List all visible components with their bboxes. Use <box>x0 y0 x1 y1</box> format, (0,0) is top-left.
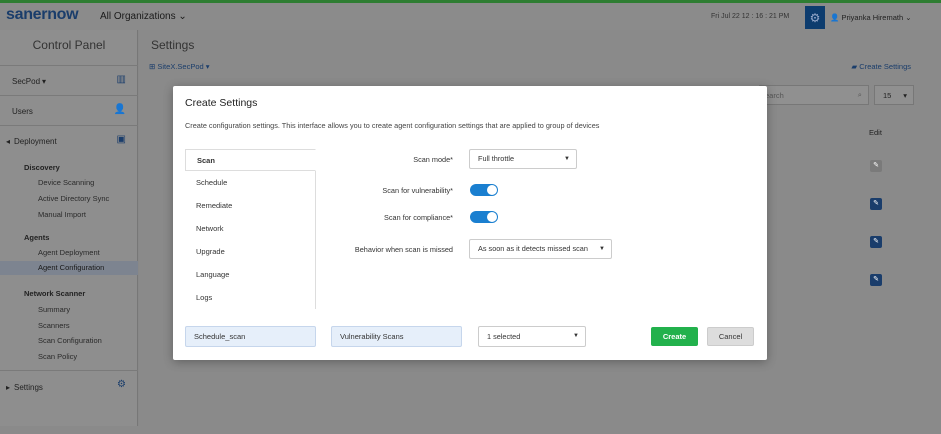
profile-input[interactable]: Vulnerability Scans <box>331 326 462 347</box>
create-settings-link[interactable]: ▰ Create Settings <box>851 62 911 71</box>
sidebar-item-scanners[interactable]: Scanners <box>38 321 70 330</box>
search-icon: ⌕ <box>857 90 862 99</box>
caret-down-icon: ▼ <box>573 333 579 339</box>
page-size-select[interactable]: 15 ▾ <box>874 85 914 105</box>
agents-heading: Agents <box>24 233 50 242</box>
datetime: Fri Jul 22 12 : 16 : 21 PM <box>711 13 790 20</box>
tab-remediate[interactable]: Remediate <box>185 195 316 217</box>
tab-schedule[interactable]: Schedule <box>185 172 316 194</box>
control-panel-title: Control Panel <box>32 38 106 52</box>
user-icon: 👤 <box>830 13 840 22</box>
edit-icon[interactable]: ✎ <box>870 274 882 286</box>
edit-icon[interactable]: ✎ <box>870 236 882 248</box>
search-input[interactable]: earch ⌕ <box>759 85 869 105</box>
sidebar-item-settings[interactable]: ▸ Settings ⚙ <box>0 370 138 400</box>
scan-missed-label: Behavior when scan is missed <box>354 245 453 254</box>
sidebar-item-deployment[interactable]: ◂ Deployment ▣ <box>0 125 138 155</box>
edit-column-header: Edit <box>869 128 882 137</box>
chevron-down-icon: ⌄ <box>178 11 187 22</box>
gear-icon[interactable]: ⚙ <box>805 6 825 29</box>
modal-description: Create configuration settings. This inte… <box>185 121 600 130</box>
sidebar-item-agent-deployment[interactable]: Agent Deployment <box>38 248 100 257</box>
tab-scan[interactable]: Scan <box>185 149 316 171</box>
sitemap-icon: ⊞ <box>149 62 156 71</box>
brand-logo[interactable]: sanernow <box>6 6 79 24</box>
sidebar-item-manual-import[interactable]: Manual Import <box>38 210 86 219</box>
page-title: Settings <box>151 38 195 52</box>
sidebar-item-scan-configuration[interactable]: Scan Configuration <box>38 336 102 345</box>
modal-title: Create Settings <box>185 97 258 109</box>
network-scanner-heading: Network Scanner <box>24 289 86 298</box>
user-menu[interactable]: 👤 Priyanka Hiremath ⌄ <box>830 13 912 22</box>
scan-mode-label: Scan mode* <box>413 155 453 164</box>
edit-icon[interactable]: ✎ <box>870 160 882 172</box>
settings-tabs: Scan Schedule Remediate Network Upgrade … <box>185 149 316 309</box>
sidebar-item-ad-sync[interactable]: Active Directory Sync <box>38 194 109 203</box>
scan-vulnerability-label: Scan for vulnerability* <box>382 186 453 195</box>
chevron-down-icon: ⌄ <box>905 13 912 22</box>
gear-icon: ⚙ <box>117 379 126 390</box>
tab-logs[interactable]: Logs <box>185 287 316 309</box>
cancel-button[interactable]: Cancel <box>707 327 754 346</box>
building-icon: ▥ <box>116 74 126 85</box>
edit-icon[interactable]: ✎ <box>870 198 882 210</box>
user-icon: 👤 <box>113 104 126 115</box>
scan-vulnerability-toggle[interactable] <box>470 184 498 196</box>
sidebar-item-agent-configuration[interactable]: Agent Configuration <box>0 261 138 275</box>
sidebar-item-scan-policy[interactable]: Scan Policy <box>38 352 77 361</box>
deploy-icon: ▣ <box>116 134 126 145</box>
discovery-heading: Discovery <box>24 163 60 172</box>
scan-missed-select[interactable]: As soon as it detects missed scan ▼ <box>469 239 612 259</box>
caret-down-icon: ▼ <box>599 246 605 252</box>
create-button[interactable]: Create <box>651 327 698 346</box>
sidebar-item-device-scanning[interactable]: Device Scanning <box>38 178 94 187</box>
footer <box>0 426 941 434</box>
scan-mode-select[interactable]: Full throttle ▼ <box>469 149 577 169</box>
scan-compliance-toggle[interactable] <box>470 211 498 223</box>
settings-name-input[interactable]: Schedule_scan <box>185 326 316 347</box>
org-selector[interactable]: All Organizations ⌄ <box>100 11 187 22</box>
sidebar-item-secpod[interactable]: SecPod ▾ ▥ <box>0 65 138 95</box>
scan-compliance-label: Scan for compliance* <box>384 213 453 222</box>
tab-language[interactable]: Language <box>185 264 316 286</box>
create-settings-modal: Create Settings Create configuration set… <box>173 86 767 360</box>
sidebar-item-users[interactable]: Users 👤 <box>0 95 138 125</box>
tab-network[interactable]: Network <box>185 218 316 240</box>
group-select[interactable]: 1 selected ▼ <box>478 326 586 347</box>
folder-icon: ▰ <box>851 62 858 71</box>
top-bar: sanernow All Organizations ⌄ Fri Jul 22 … <box>0 0 941 30</box>
tab-upgrade[interactable]: Upgrade <box>185 241 316 263</box>
caret-down-icon: ▼ <box>564 156 570 162</box>
sidebar: Control Panel SecPod ▾ ▥ Users 👤 ◂ Deploym… <box>0 30 138 434</box>
sidebar-item-summary[interactable]: Summary <box>38 305 70 314</box>
site-selector[interactable]: ⊞ SiteX.SecPod ▾ <box>149 62 210 71</box>
